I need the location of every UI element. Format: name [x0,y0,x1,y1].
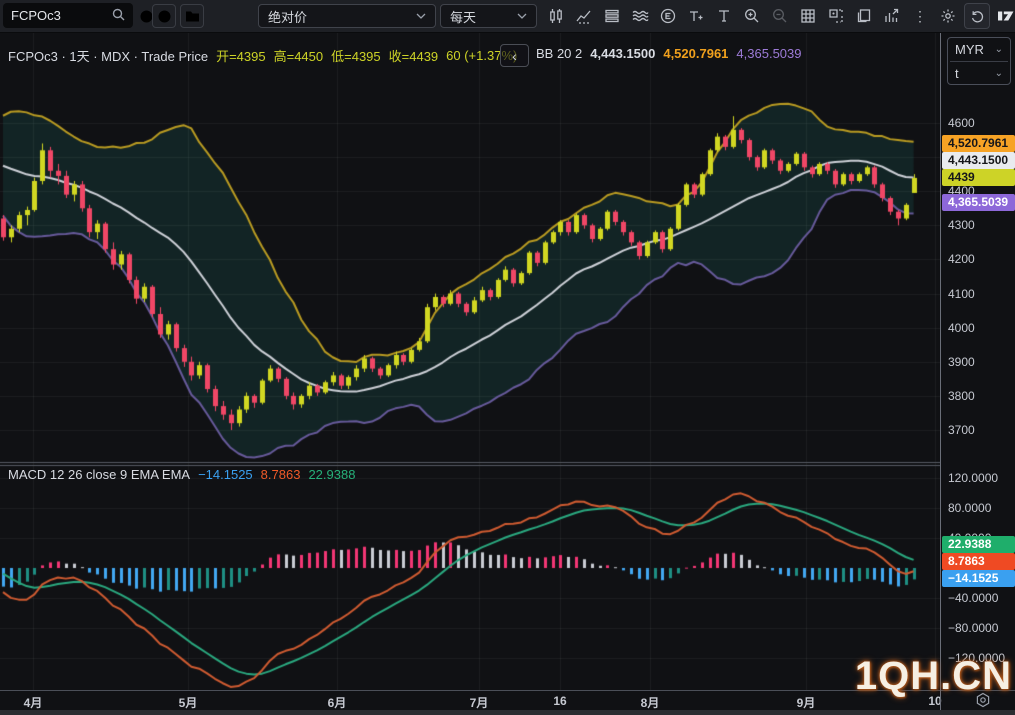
legend-high: 高=4450 [274,46,324,65]
circled-e-icon[interactable] [654,0,682,32]
bb-lower-label: 4,365.5039 [942,194,1015,211]
macd-label: 8.7863 [942,553,1015,570]
price-mode-value: 绝对价 [268,7,307,26]
bb-legend: BB 20 2 4,443.1500 4,520.7961 4,365.5039 [536,46,802,61]
tradingview-logo[interactable] [992,0,1015,32]
price-axis[interactable]: MYR ⌄ t ⌄ 460045004400430042004100400039… [940,32,1015,690]
price-tick: 4300 [948,217,975,233]
symbol-search-value: FCPOc3 [11,8,61,23]
legend-close: 收=4439 [389,46,439,65]
time-tick: 4月 [24,694,43,711]
time-tick: 7月 [470,694,489,711]
macd-line-value: 8.7863 [261,467,301,482]
bb-upper-value: 4,520.7961 [663,46,728,61]
unit-dropdown[interactable]: t ⌄ [948,62,1010,85]
bottom-strip [0,710,1015,715]
trading-app: FCPOc3 绝对价 每天 [0,0,1015,715]
price-mode-dropdown[interactable]: 绝对价 [258,4,436,28]
time-axis[interactable]: 4月5月6月7月168月9月10 [0,690,1015,710]
snapshot-icon[interactable] [822,0,850,32]
time-tick: 16 [553,694,566,708]
macd-legend-title[interactable]: MACD 12 26 close 9 EMA EMA [8,467,190,482]
bb-basis-label: 4,443.1500 [942,152,1015,169]
measure-icon[interactable] [682,0,710,32]
macd-hist-value: −14.1525 [198,467,253,482]
candlestick-style-icon[interactable] [542,0,570,32]
legend-open: 开=4395 [216,46,266,65]
more-options-icon[interactable]: ⋮ [906,0,934,32]
chevron-down-icon: ⌄ [995,68,1003,79]
bb-upper-label: 4,520.7961 [942,135,1015,152]
zoom-out-icon[interactable] [766,0,794,32]
macd-tick: −120.0000 [948,650,1005,666]
interval-value: 每天 [450,7,476,26]
axis-border [940,690,941,710]
bar-chart-icon[interactable] [878,0,906,32]
currency-unit-selector: MYR ⌄ t ⌄ [947,37,1011,85]
chevron-down-icon: ⌄ [995,44,1003,55]
add-symbol-button[interactable] [152,4,176,28]
macd-signal-value: 22.9388 [308,467,355,482]
undo-icon[interactable] [964,3,990,29]
signal-label: 22.9388 [942,536,1015,553]
price-tick: 3900 [948,354,975,370]
folder-icon[interactable] [180,4,204,28]
macd-legend: MACD 12 26 close 9 EMA EMA −14.1525 8.78… [8,467,355,482]
main-legend: FCPOc3 · 1天 · MDX · Trade Price 开=4395 高… [8,46,517,65]
grid-icon[interactable] [794,0,822,32]
time-tick: 6月 [328,694,347,711]
legend-low: 低=4395 [331,46,381,65]
bb-lower-value: 4,365.5039 [736,46,801,61]
legend-collapse-button[interactable]: ‹ [500,44,529,67]
price-tick: 4100 [948,286,975,302]
macd-tick: 120.0000 [948,470,998,486]
chart-canvas[interactable] [0,32,940,690]
legend-symbol-title[interactable]: FCPOc3 · 1天 · MDX · Trade Price [8,46,208,65]
price-tick: 4000 [948,320,975,336]
settings-icon[interactable] [934,0,962,32]
histogram-label: −14.1525 [942,570,1015,587]
copy-icon[interactable] [850,0,878,32]
toolbar-icon-row: ⋮ [542,0,1015,32]
time-tick: 8月 [641,694,660,711]
price-tick: 3700 [948,422,975,438]
time-tick: 9月 [797,694,816,711]
symbol-search[interactable]: FCPOc3 [3,3,133,28]
unit-value: t [955,66,959,81]
chart-line-icon[interactable] [570,0,598,32]
bb-legend-title[interactable]: BB 20 2 [536,46,582,61]
currency-value: MYR [955,42,984,57]
macd-tick: −40.0000 [948,590,998,606]
price-tick: 4200 [948,251,975,267]
top-toolbar: FCPOc3 绝对价 每天 [0,0,1015,33]
text-tool-icon[interactable] [710,0,738,32]
waves-icon[interactable] [626,0,654,32]
macd-tick: −80.0000 [948,620,998,636]
price-tick: 4600 [948,115,975,131]
price-tick: 3800 [948,388,975,404]
search-icon [112,8,125,24]
zoom-in-icon[interactable] [738,0,766,32]
time-tick: 5月 [179,694,198,711]
last-price-label: 4439 [942,169,1015,186]
macd-tick: 80.0000 [948,500,991,516]
interval-dropdown[interactable]: 每天 [440,4,537,28]
layers-icon[interactable] [598,0,626,32]
bb-basis-value: 4,443.1500 [590,46,655,61]
currency-dropdown[interactable]: MYR ⌄ [948,38,1010,61]
